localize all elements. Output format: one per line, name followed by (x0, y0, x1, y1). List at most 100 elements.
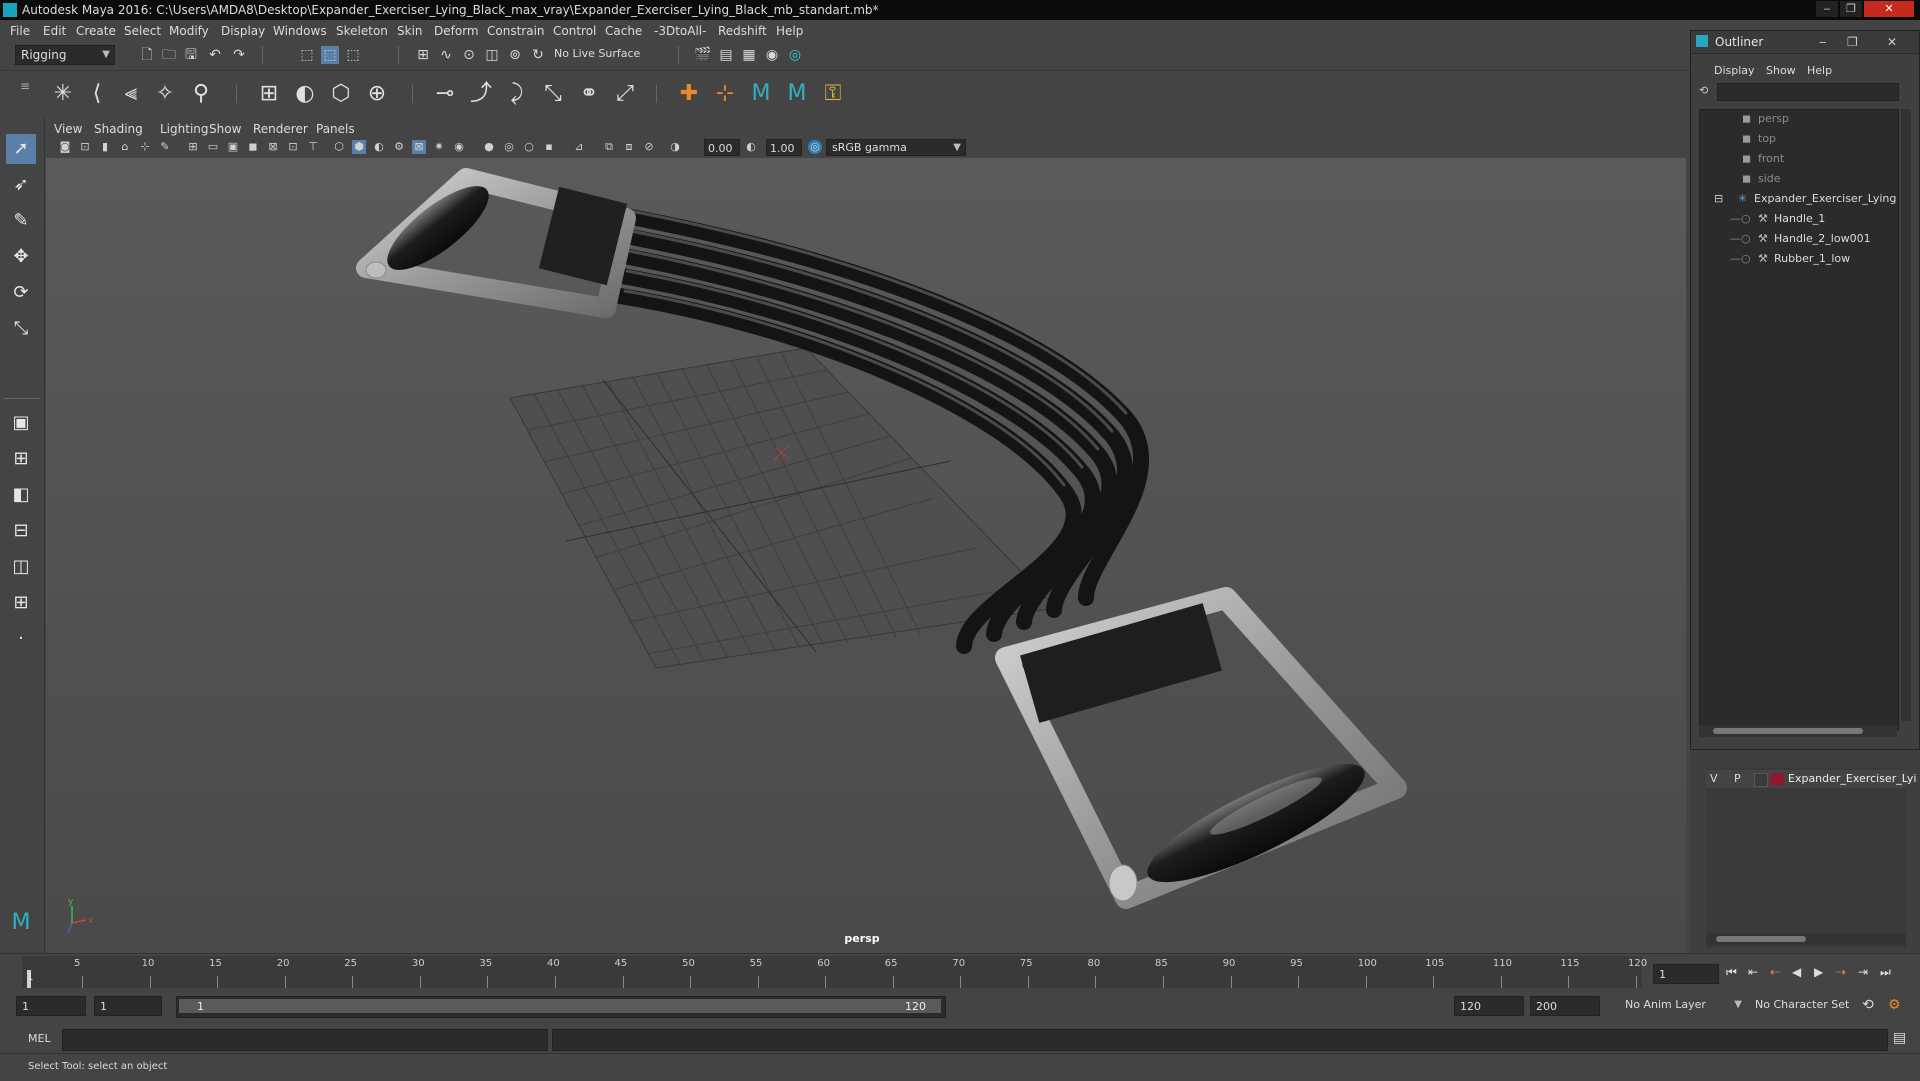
auto-key-icon[interactable]: ⟲ (1862, 997, 1874, 1013)
outliner-maximize-button[interactable]: ❐ (1847, 31, 1858, 53)
script-editor-layout-icon[interactable]: ⊞ (6, 588, 36, 618)
panel-menu-renderer[interactable]: Renderer (253, 122, 308, 136)
ik-spline-icon[interactable]: ⫷ (116, 79, 146, 109)
outliner-item-persp[interactable]: ◼ persp (1700, 110, 1896, 128)
image-plane-icon[interactable]: ⌂ (118, 140, 132, 154)
select-by-object-icon[interactable]: ⬚ (321, 46, 339, 64)
play-backward-icon[interactable]: ◀ (1792, 965, 1801, 979)
menu-skin[interactable]: Skin (397, 24, 423, 38)
snap-curve-icon[interactable]: ∿ (437, 46, 455, 64)
snap-point-icon[interactable]: ⊙ (460, 46, 478, 64)
outliner-horizontal-scrollbar[interactable] (1699, 725, 1897, 737)
hypershade-icon[interactable]: ◉ (763, 46, 781, 64)
command-language-toggle[interactable]: MEL (28, 1032, 51, 1045)
playback-start-field[interactable]: 1 (94, 996, 162, 1016)
two-d-pan-icon[interactable]: ⊹ (138, 140, 152, 154)
isolate-select-icon[interactable]: ▪ (542, 140, 556, 154)
shelf-handle-icon[interactable]: ≡ (20, 79, 30, 109)
smooth-shade-icon[interactable]: ⬢ (352, 140, 366, 154)
menu-cache[interactable]: Cache (605, 24, 642, 38)
range-slider[interactable]: 1 120 (176, 996, 946, 1018)
menu-set-dropdown[interactable]: Rigging ▼ (15, 45, 115, 65)
gamma-icon[interactable]: ◐ (744, 140, 758, 154)
animation-start-field[interactable]: 1 (16, 996, 86, 1016)
menu-deform[interactable]: Deform (434, 24, 479, 38)
custom-layout-icon[interactable]: · (6, 624, 36, 654)
menu-help[interactable]: Help (776, 24, 803, 38)
step-back-key-icon[interactable]: ⇤ (1748, 965, 1758, 979)
joint-tool-icon[interactable]: ✳ (48, 79, 78, 109)
maya-tool-icon-2[interactable]: M (782, 79, 812, 109)
open-scene-icon[interactable]: 🗀 (160, 46, 178, 64)
parent-constraint-icon[interactable]: ⚭ (574, 79, 604, 109)
maximize-button[interactable]: ❐ (1840, 1, 1862, 17)
undo-icon[interactable]: ↶ (206, 46, 224, 64)
screen-space-ao-icon[interactable]: ◉ (452, 140, 466, 154)
time-slider[interactable]: 1 5 10 15 20 25 30 35 40 45 50 55 60 65 70 75 80 85 90 95 1… (0, 953, 1920, 992)
go-to-end-icon[interactable]: ⏭ (1880, 965, 1891, 980)
snap-live-icon[interactable]: ⊚ (506, 46, 524, 64)
gate-mask-icon[interactable]: ◼ (246, 140, 260, 154)
persp-graph-layout-icon[interactable]: ⊟ (6, 516, 36, 546)
use-default-lighting-icon[interactable]: ⊠ (412, 140, 426, 154)
outliner-menu-display[interactable]: Display (1714, 64, 1755, 77)
persp-hypergraph-layout-icon[interactable]: ◫ (6, 552, 36, 582)
snap-rotate-icon[interactable]: ↻ (529, 46, 547, 64)
camera-lock-icon[interactable]: ⊡ (78, 140, 92, 154)
anti-aliasing-icon[interactable]: ◎ (502, 140, 516, 154)
ik-handle-icon[interactable]: ⟨ (82, 79, 112, 109)
save-scene-icon[interactable]: 🖫 (182, 46, 200, 64)
field-chart-icon[interactable]: ⊠ (266, 140, 280, 154)
outliner-menu-show[interactable]: Show (1766, 64, 1796, 77)
smooth-skin-icon[interactable]: ◐ (290, 79, 320, 109)
panel-menu-view[interactable]: View (54, 122, 82, 136)
collapse-icon[interactable]: ⊟ (1714, 190, 1723, 208)
point-constraint-icon[interactable]: ⊸ (430, 79, 460, 109)
step-back-frame-icon[interactable]: ⇠ (1770, 965, 1780, 979)
render-view-icon[interactable]: ◎ (786, 46, 804, 64)
xray-joints-icon[interactable]: ⧉ (602, 140, 616, 154)
menu-constrain[interactable]: Constrain (487, 24, 545, 38)
exposure-icon[interactable]: ◑ (668, 140, 682, 154)
maya-tool-icon-1[interactable]: M (746, 79, 776, 109)
playback-end-field[interactable]: 120 (1454, 996, 1524, 1016)
outliner-minimize-button[interactable]: ‒ (1819, 31, 1827, 53)
layer-playback-toggle[interactable]: P (1734, 772, 1741, 785)
select-tool-icon[interactable]: ➚ (6, 134, 36, 164)
wireframe-icon[interactable]: ⬡ (332, 140, 346, 154)
close-button[interactable]: ✕ (1864, 1, 1914, 17)
current-frame-field[interactable]: 1 (1653, 964, 1719, 984)
render-settings-icon[interactable]: ▦ (740, 46, 758, 64)
character-set-dropdown[interactable]: No Character Set (1750, 996, 1860, 1016)
scrollbar-thumb[interactable] (1713, 728, 1863, 734)
outliner-search-input[interactable] (1717, 83, 1899, 101)
range-slider-handle[interactable] (179, 999, 941, 1013)
snap-view-plane-icon[interactable]: ◫ (483, 46, 501, 64)
scale-tool-icon[interactable]: ⤡ (6, 314, 36, 344)
menu-select[interactable]: Select (124, 24, 161, 38)
humanik-icon[interactable]: ⚲ (186, 79, 216, 109)
go-to-start-icon[interactable]: ⏮ (1726, 965, 1737, 980)
snap-grid-icon[interactable]: ⊞ (414, 46, 432, 64)
textured-icon[interactable]: ⚙ (392, 140, 406, 154)
locator-icon[interactable]: ✚ (674, 79, 704, 109)
bind-skin-icon[interactable]: ⊞ (254, 79, 284, 109)
wrap-deformer-icon[interactable]: ⊕ (362, 79, 392, 109)
paint-select-icon[interactable]: ✎ (6, 206, 36, 236)
outliner-item-rubber[interactable]: —○ ⚒ Rubber_1_low (1700, 250, 1896, 268)
select-by-hierarchy-icon[interactable]: ⬚ (298, 46, 316, 64)
play-forward-icon[interactable]: ▶ (1814, 965, 1823, 979)
menu-create[interactable]: Create (76, 24, 116, 38)
panel-menu-show[interactable]: Show (209, 122, 241, 136)
aim-constraint-icon[interactable]: ⤴ (466, 79, 496, 109)
render-ipr-icon[interactable]: ▤ (717, 46, 735, 64)
panel-menu-lighting[interactable]: Lighting (160, 122, 209, 136)
camera-select-icon[interactable]: ◙ (58, 140, 72, 154)
new-scene-icon[interactable]: 🗋 (138, 46, 156, 64)
time-slider-track[interactable] (22, 956, 1642, 988)
persp-outliner-layout-icon[interactable]: ◧ (6, 480, 36, 510)
outliner-filter-icon[interactable]: ⟲ (1699, 84, 1711, 98)
outliner-menu-help[interactable]: Help (1807, 64, 1832, 77)
outliner-item-handle-2[interactable]: —○ ⚒ Handle_2_low001 (1700, 230, 1896, 248)
step-forward-key-icon[interactable]: ⇥ (1858, 965, 1868, 979)
